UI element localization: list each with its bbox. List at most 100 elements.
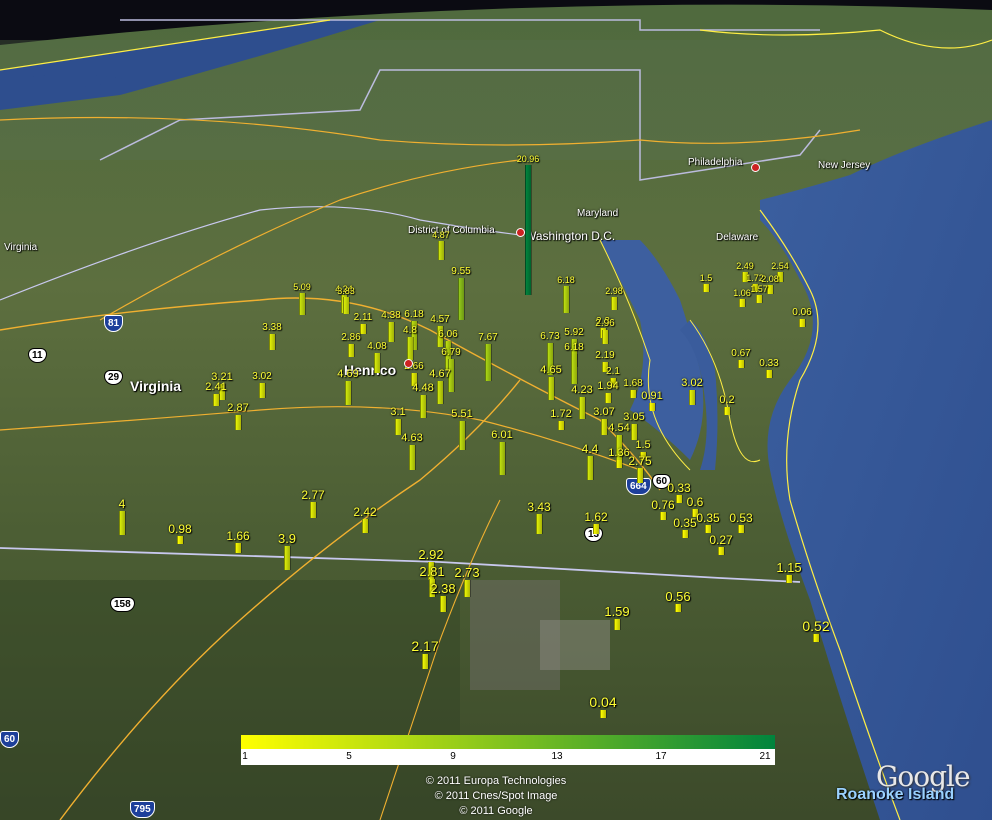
data-column-bar[interactable]: [571, 354, 577, 384]
data-column-bar[interactable]: [362, 519, 368, 533]
data-column-bar[interactable]: [738, 360, 744, 368]
data-column-bar[interactable]: [536, 514, 542, 534]
data-column-bar[interactable]: [422, 654, 428, 669]
data-column-bar[interactable]: [284, 546, 290, 570]
data-column-bar[interactable]: [593, 524, 599, 534]
data-column-bar[interactable]: [395, 419, 401, 435]
data-column-bar[interactable]: [437, 381, 443, 404]
washington-dc-marker: [516, 228, 525, 237]
data-column-bar[interactable]: [766, 370, 772, 378]
data-column-label: 4.08: [367, 341, 387, 352]
data-column-bar[interactable]: [605, 393, 611, 403]
data-column-bar[interactable]: [660, 512, 666, 520]
data-column-label: 1.66: [226, 529, 250, 543]
place-label-new-jersey: New Jersey: [818, 160, 871, 171]
data-column-bar[interactable]: [676, 495, 682, 503]
data-column-bar[interactable]: [558, 421, 564, 430]
data-column-bar[interactable]: [119, 511, 125, 535]
data-column-bar[interactable]: [637, 468, 643, 483]
data-column-bar[interactable]: [343, 297, 349, 314]
data-column-bar[interactable]: [689, 390, 695, 405]
data-column-label: 3.02: [252, 371, 272, 382]
data-column-bar[interactable]: [579, 397, 585, 419]
data-column-bar[interactable]: [310, 502, 316, 518]
data-column-bar[interactable]: [388, 322, 394, 342]
data-column-bar[interactable]: [563, 286, 569, 313]
data-column-label: 2.41: [205, 381, 227, 393]
data-column-label: 1.59: [604, 604, 630, 619]
data-column-label: 6.18: [564, 342, 584, 353]
place-label-philadelphia: Philadelphia: [688, 157, 743, 168]
data-column-bar[interactable]: [739, 299, 745, 307]
data-column-label: 4.63: [401, 432, 423, 444]
data-column-bar[interactable]: [799, 319, 805, 327]
data-column-bar[interactable]: [420, 395, 426, 418]
data-column-bar[interactable]: [213, 394, 219, 406]
data-column-bar[interactable]: [440, 596, 446, 612]
data-column-label: 1.94: [597, 380, 619, 392]
data-column-label: 6.73: [540, 331, 560, 342]
data-column-bar[interactable]: [407, 337, 413, 360]
data-column-bar[interactable]: [614, 619, 620, 630]
data-column-bar[interactable]: [374, 353, 380, 373]
data-column-bar[interactable]: [616, 460, 622, 468]
data-column-label: 0.2: [719, 394, 735, 406]
data-column-bar[interactable]: [459, 421, 465, 450]
data-column-bar[interactable]: [682, 530, 688, 538]
data-column-label: 2.87: [227, 402, 249, 414]
data-column-bar[interactable]: [499, 442, 505, 475]
data-column-bar[interactable]: [631, 424, 637, 440]
data-column-bar[interactable]: [611, 297, 617, 310]
data-column-bar[interactable]: [345, 381, 351, 405]
data-column-bar[interactable]: [485, 344, 491, 381]
place-label-district-of-columbia: District of Columbia: [408, 225, 495, 236]
data-column-bar[interactable]: [548, 377, 554, 400]
data-column-bar[interactable]: [409, 445, 415, 470]
data-column-label: 3.07: [593, 406, 615, 418]
data-column-bar[interactable]: [786, 575, 792, 583]
data-column-bar[interactable]: [259, 383, 265, 398]
data-column-bar[interactable]: [601, 419, 607, 435]
data-column-label: 0.33: [759, 358, 779, 369]
data-column-bar[interactable]: [235, 415, 241, 430]
data-column-label: 1.72: [550, 408, 572, 420]
data-column-bar[interactable]: [705, 525, 711, 533]
data-column-bar[interactable]: [458, 278, 464, 320]
data-column-label: 2.54: [771, 261, 789, 271]
map-viewport[interactable]: Washington D.C. District of Columbia Maryl…: [0, 0, 992, 820]
data-column-label: 4.4: [581, 442, 599, 456]
data-column-bar[interactable]: [602, 330, 608, 344]
data-column-bar[interactable]: [525, 165, 531, 295]
data-column-bar[interactable]: [348, 344, 354, 357]
data-column-bar[interactable]: [299, 293, 305, 315]
data-column-bar[interactable]: [235, 543, 241, 553]
data-column-bar[interactable]: [703, 284, 709, 292]
data-column-bar[interactable]: [630, 390, 636, 398]
data-column-label: 3.83: [337, 286, 355, 296]
data-column-bar[interactable]: [360, 324, 366, 334]
data-column-bar[interactable]: [756, 295, 762, 303]
data-column-bar[interactable]: [724, 407, 730, 415]
data-column-label: 2.49: [736, 261, 754, 271]
philadelphia-marker: [751, 163, 760, 172]
data-column-bar[interactable]: [177, 536, 183, 544]
data-column-bar[interactable]: [718, 547, 724, 555]
data-column-label: 20.96: [516, 154, 540, 164]
data-column-label: 2.96: [595, 318, 615, 329]
data-column-label: 0.53: [729, 511, 753, 525]
data-column-bar[interactable]: [438, 241, 444, 260]
terrain-imagery: [0, 0, 992, 820]
data-column-bar[interactable]: [675, 604, 681, 612]
data-column-label: 2.73: [454, 565, 480, 580]
data-column-label: 1.36: [608, 447, 630, 459]
data-column-label: 0.27: [709, 533, 733, 547]
data-column-label: 0.06: [792, 307, 812, 318]
data-column-bar[interactable]: [464, 580, 470, 597]
data-column-bar[interactable]: [587, 456, 593, 480]
data-column-bar[interactable]: [600, 710, 606, 718]
data-column-label: 0.35: [673, 516, 697, 530]
data-column-bar[interactable]: [269, 334, 275, 350]
data-column-bar[interactable]: [813, 634, 819, 642]
data-column-bar[interactable]: [649, 403, 655, 411]
data-column-bar[interactable]: [738, 525, 744, 533]
